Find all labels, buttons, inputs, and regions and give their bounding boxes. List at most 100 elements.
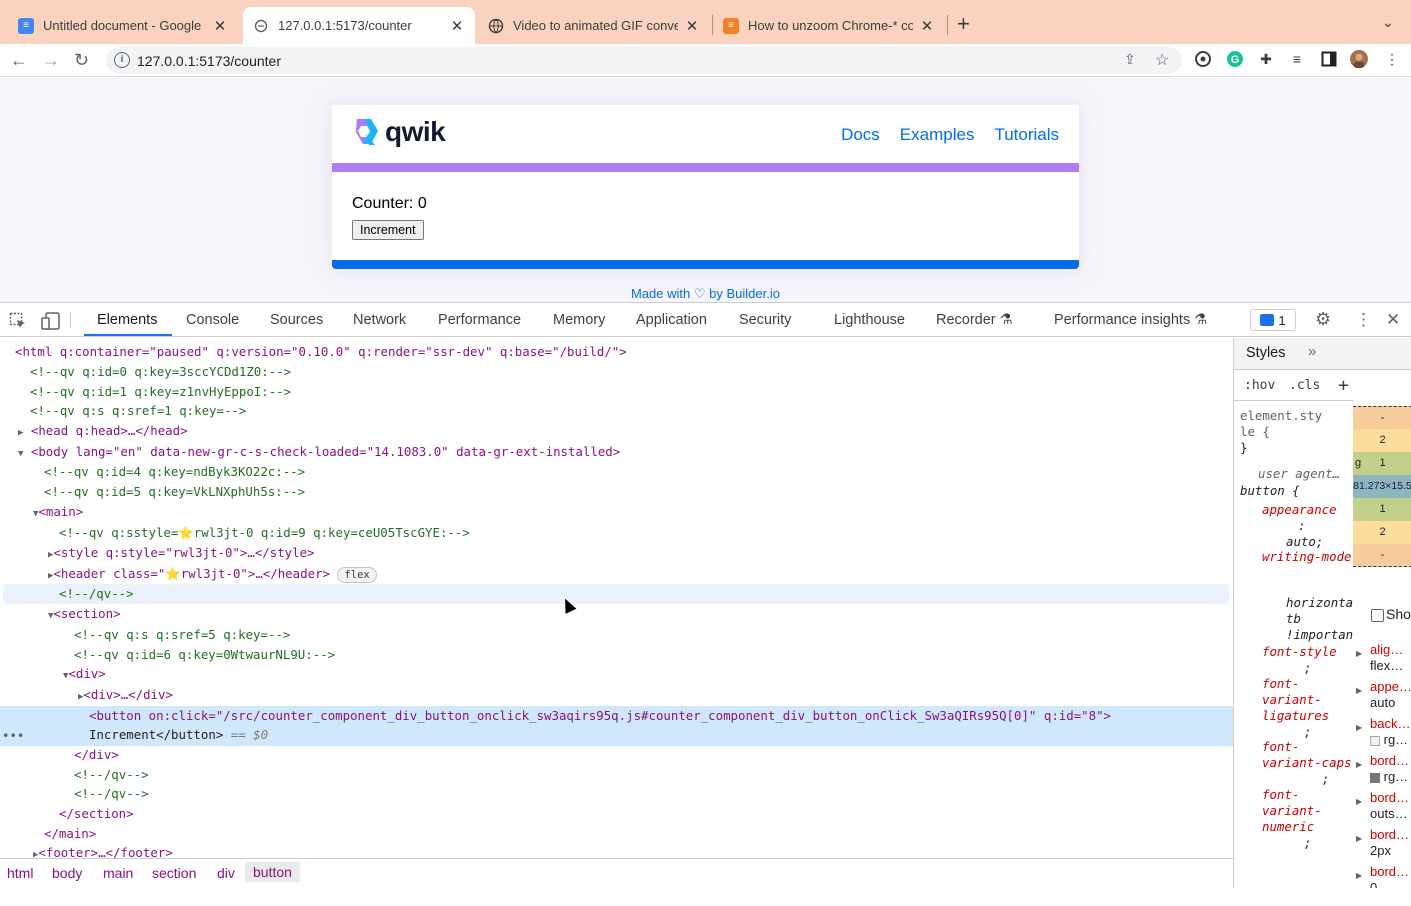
prop-name[interactable]: font-style (1262, 644, 1337, 660)
dom-node-html[interactable]: <html q:container="paused" q:version="0.… (0, 342, 1233, 362)
tab-memory[interactable]: Memory (553, 312, 605, 328)
node-actions-icon[interactable]: ••• (2, 726, 24, 746)
expand-triangle-icon[interactable]: ▶ (1356, 683, 1362, 699)
prop-name[interactable]: font-variant-caps (1262, 739, 1354, 771)
cls-toggle[interactable]: .cls (1289, 378, 1320, 393)
expand-triangle-icon[interactable]: ▶ (1356, 720, 1362, 736)
tab-security[interactable]: Security (739, 312, 791, 328)
element-style-selector[interactable]: element.sty (1240, 408, 1322, 424)
box-model-border-top[interactable]: 2 (1353, 429, 1411, 452)
dom-comment-hovered[interactable]: <!--/qv--> (3, 584, 1229, 604)
devtools-menu-icon[interactable]: ⋮ (1355, 310, 1372, 330)
prop-value[interactable]: auto; (1286, 534, 1323, 550)
dom-comment[interactable]: <!--qv q:s q:sref=1 q:key=--> (0, 401, 1233, 421)
expand-triangle-icon[interactable]: ▶ (1356, 757, 1362, 773)
bookmark-star-icon[interactable]: ☆ (1155, 50, 1169, 70)
dom-comment[interactable]: <!--qv q:sstyle=⭐rwl3jt-0 q:id=9 q:key=c… (0, 523, 1233, 543)
expand-triangle-icon[interactable]: ▶ (1356, 646, 1362, 662)
close-tab-icon[interactable]: ✕ (449, 17, 465, 35)
tab-elements[interactable]: Elements (97, 312, 157, 328)
nav-examples[interactable]: Examples (900, 125, 975, 145)
box-model-padding-top[interactable]: g 1 (1353, 452, 1411, 475)
address-bar[interactable]: i 127.0.0.1:5173/counter ⇪ ☆ (106, 47, 1182, 74)
tab-network[interactable]: Network (353, 312, 406, 328)
color-swatch[interactable] (1370, 735, 1380, 746)
tab-performance[interactable]: Performance (438, 312, 521, 328)
box-model-content-size[interactable]: 81.273×15.5 (1353, 475, 1411, 498)
box-model-border-bottom[interactable]: 2 (1353, 521, 1411, 544)
dom-node-div[interactable]: ▼<div> (0, 664, 1233, 684)
avatar[interactable] (1350, 50, 1368, 68)
button-selector[interactable]: button { (1240, 483, 1300, 499)
puzzle-icon[interactable]: ✚ (1257, 50, 1275, 68)
expand-triangle-icon[interactable]: ▶ (1356, 831, 1362, 847)
share-icon[interactable]: ⇪ (1124, 51, 1136, 68)
chevron-down-icon[interactable]: ⌄ (1382, 14, 1394, 31)
expand-triangle-icon[interactable]: ▶ (18, 428, 23, 438)
dom-node-section[interactable]: ▼<section> (0, 604, 1233, 624)
url-text[interactable]: 127.0.0.1:5173/counter (137, 53, 281, 69)
reload-icon[interactable]: ↻ (74, 49, 89, 71)
grammarly-icon[interactable]: G (1226, 50, 1244, 68)
dom-node-button-selected[interactable]: ••• <button on:click="/src/counter_compo… (0, 706, 1233, 746)
breadcrumb-button[interactable]: button (245, 862, 300, 882)
dom-comment[interactable]: <!--/qv--> (0, 784, 1233, 804)
prop-value[interactable]: horizontal-tb !important (1286, 595, 1354, 643)
dom-comment[interactable]: <!--qv q:id=6 q:key=0WtwaurNL9U:--> (0, 645, 1233, 665)
close-devtools-icon[interactable]: ✕ (1386, 310, 1400, 330)
tab-google-docs[interactable]: ≡ Untitled document - Google Do ✕ (8, 7, 238, 44)
nav-tutorials[interactable]: Tutorials (994, 125, 1059, 145)
dom-comment[interactable]: <!--qv q:id=5 q:key=VkLNXphUh5s:--> (0, 482, 1233, 502)
dom-comment[interactable]: <!--qv q:s q:sref=5 q:key=--> (0, 625, 1233, 645)
builder-link[interactable]: by Builder.io (709, 286, 780, 301)
nav-docs[interactable]: Docs (841, 125, 880, 145)
breadcrumb-body[interactable]: body (52, 865, 82, 881)
add-rule-icon[interactable]: + (1338, 375, 1349, 396)
tab-performance-insights[interactable]: Performance insights ⚗ (1054, 312, 1207, 328)
dom-comment[interactable]: <!--qv q:id=0 q:key=3sccYCDd1Z0:--> (0, 362, 1233, 382)
extension-icon[interactable] (1194, 50, 1212, 68)
qwik-logo[interactable]: qwik (351, 116, 446, 148)
prop-name[interactable]: font-variant-ligatures (1262, 676, 1354, 724)
new-tab-icon[interactable]: + (957, 13, 970, 35)
tab-console[interactable]: Console (186, 312, 239, 328)
dom-node-close[interactable]: </div> (0, 745, 1233, 765)
close-tab-icon[interactable]: ✕ (684, 17, 700, 35)
dom-node-close[interactable]: </main> (0, 824, 1233, 844)
dom-node-body[interactable]: ▼ <body lang="en" data-new-gr-c-s-check-… (0, 442, 1233, 462)
tab-recorder[interactable]: Recorder ⚗ (936, 312, 1013, 328)
breadcrumb-div[interactable]: div (217, 865, 235, 881)
breadcrumb-main[interactable]: main (103, 865, 133, 881)
forward-icon[interactable]: → (42, 49, 60, 71)
box-model-padding-bottom[interactable]: 1 (1353, 498, 1411, 521)
device-toolbar-icon[interactable] (41, 312, 61, 334)
prop-name[interactable]: font-variant-numeric (1262, 787, 1354, 835)
breadcrumb-section[interactable]: section (152, 865, 196, 881)
expand-triangle-icon[interactable]: ▶ (1356, 868, 1362, 884)
issues-counter[interactable]: 1 (1250, 309, 1296, 331)
tab-counter[interactable]: 127.0.0.1:5173/counter ✕ (243, 7, 475, 44)
prop-name[interactable]: writing-mode (1262, 549, 1352, 565)
breadcrumb-html[interactable]: html (7, 865, 33, 881)
dom-node-close[interactable]: </section> (0, 804, 1233, 824)
hov-toggle[interactable]: :hov (1244, 378, 1275, 393)
box-model-margin-top[interactable]: - (1353, 406, 1411, 429)
dom-comment[interactable]: <!--qv q:id=4 q:key=ndByk3KO22c:--> (0, 462, 1233, 482)
close-tab-icon[interactable]: ✕ (919, 17, 935, 35)
prop-value[interactable]: ; (1304, 835, 1311, 851)
increment-button[interactable]: Increment (352, 220, 424, 240)
tab-sources[interactable]: Sources (270, 312, 323, 328)
info-icon[interactable]: i (114, 52, 130, 68)
tab-application[interactable]: Application (636, 312, 707, 328)
expand-triangle-icon[interactable]: ▶ (1356, 794, 1362, 810)
box-model-margin-bottom[interactable]: - (1353, 544, 1411, 567)
prop-value[interactable]: ; (1304, 660, 1311, 676)
prop-value[interactable]: ; (1304, 724, 1311, 740)
dom-node-head[interactable]: ▶ <head q:head>…</head> (0, 421, 1233, 441)
show-all-checkbox[interactable] (1371, 609, 1384, 622)
made-with-footer[interactable]: Made with ♡ by Builder.io (0, 286, 1411, 302)
tab-styles[interactable]: Styles (1246, 345, 1286, 361)
dom-comment[interactable]: <!--/qv--> (0, 765, 1233, 785)
flex-badge[interactable]: flex (337, 566, 377, 583)
tab-gif-converter[interactable]: Video to animated GIF convert ✕ (478, 7, 710, 44)
